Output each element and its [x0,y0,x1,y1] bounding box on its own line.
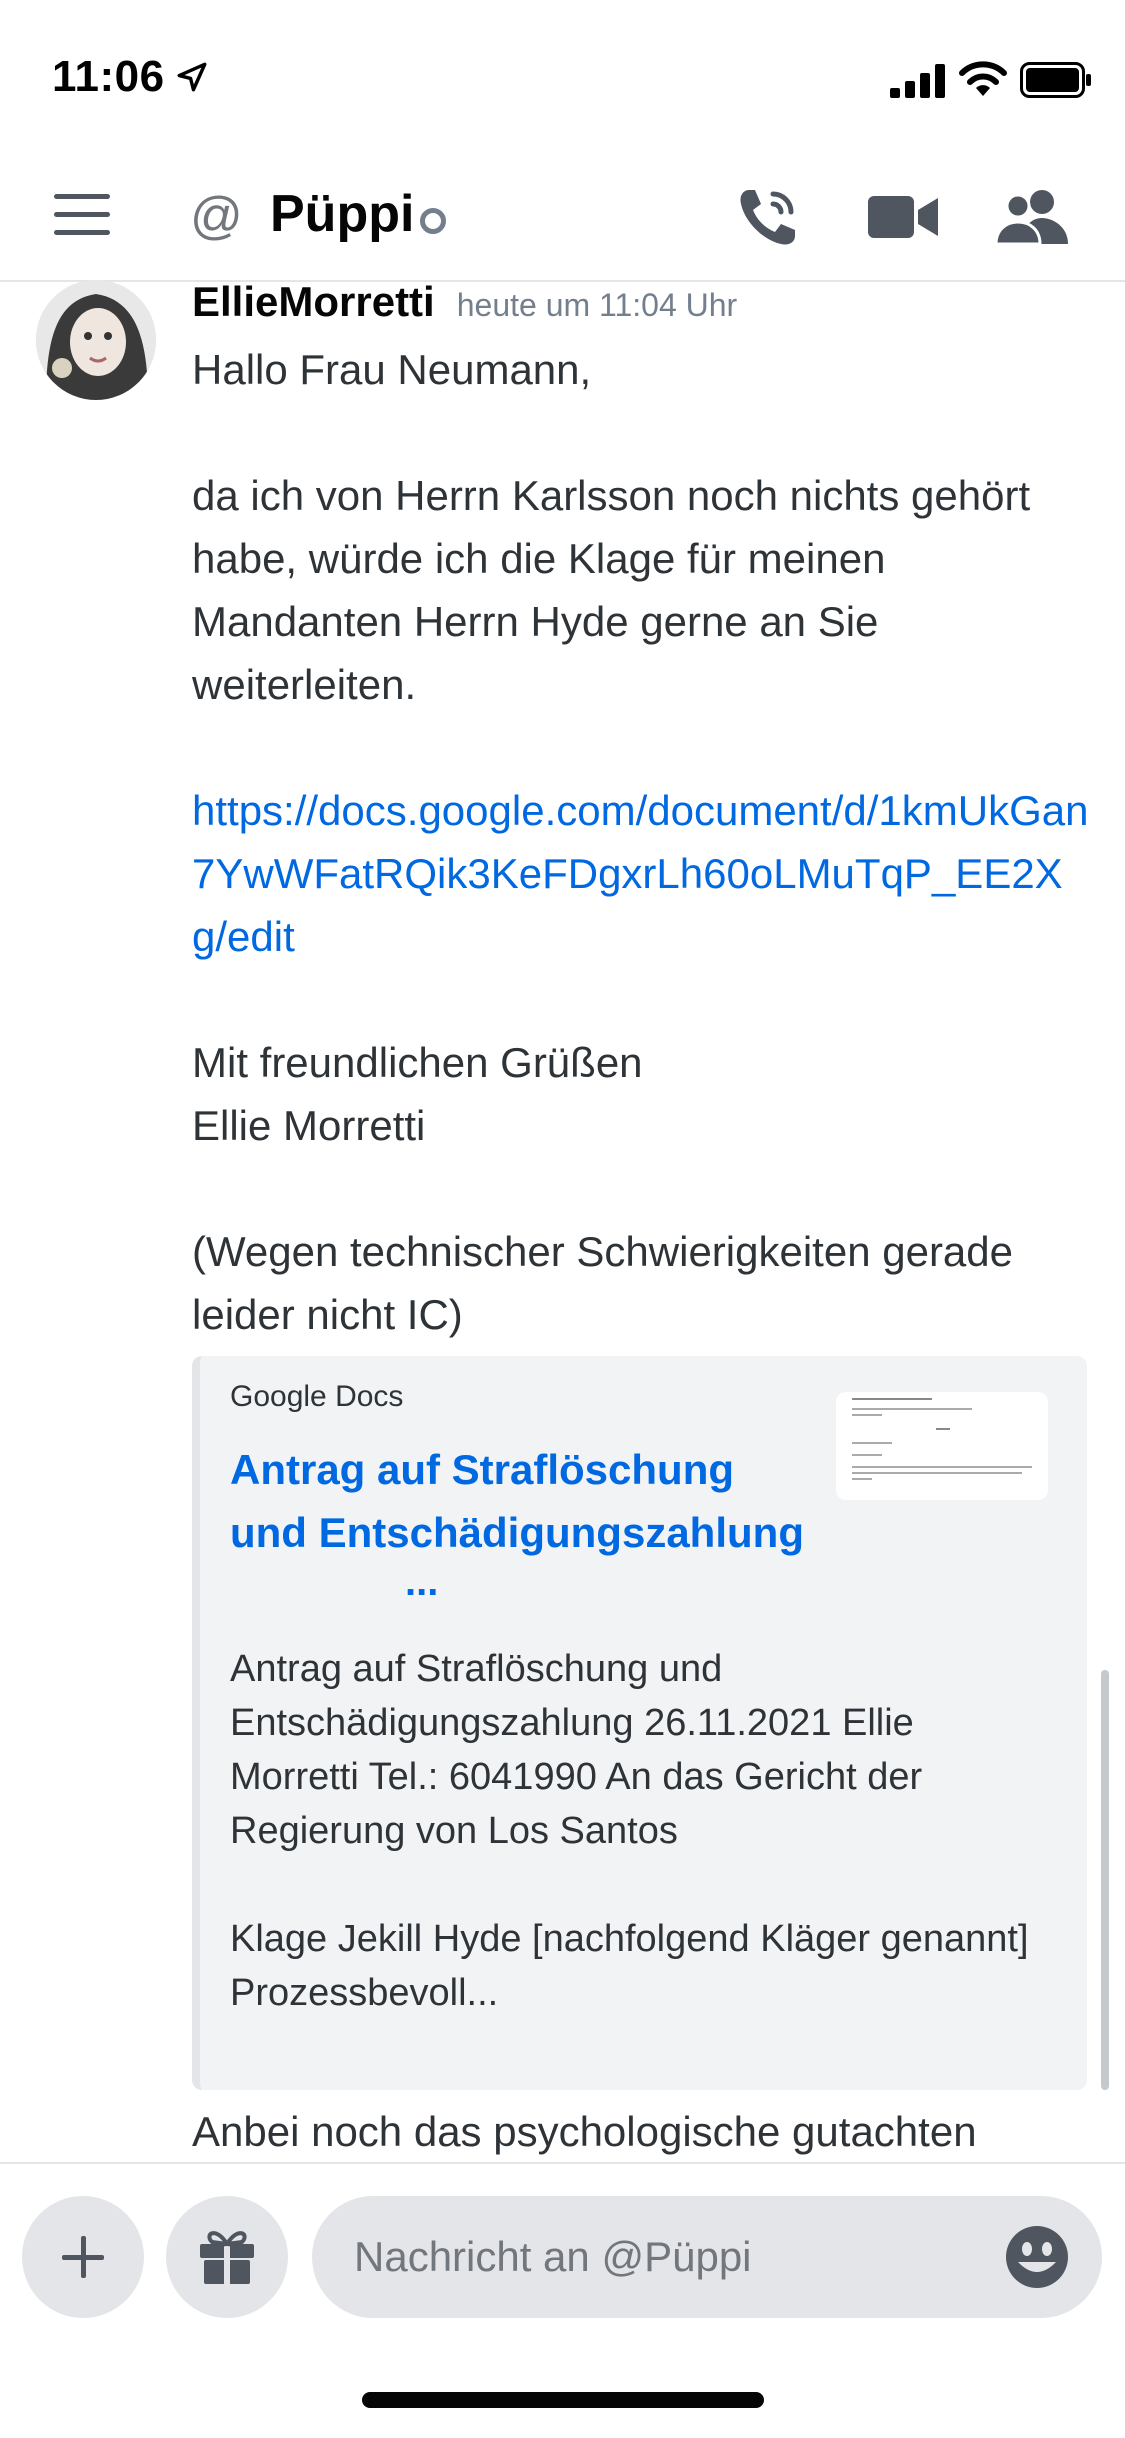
message-greeting: Hallo Frau Neumann, [192,346,592,393]
status-bar: 11:06 [0,0,1125,150]
emoji-icon[interactable] [1004,2224,1070,2290]
location-arrow-icon [177,62,207,92]
dm-recipient-name[interactable]: Püppi [270,184,414,244]
home-indicator [362,2392,764,2408]
status-time: 11:06 [52,52,165,101]
hamburger-menu-icon[interactable] [52,192,112,238]
message-timestamp: heute um 11:04 Uhr [456,287,738,323]
next-message-text: Anbei noch das psychologische gutachten [192,2108,977,2155]
document-preview-icon [852,1398,1032,1480]
embed-description: Antrag auf Straflöschung und Entschädigu… [230,1642,1030,2020]
message-author[interactable]: EllieMorretti [192,278,435,325]
embed-title[interactable]: Antrag auf Straflöschung und Entschädigu… [230,1438,820,1564]
gift-icon [200,2231,254,2284]
scrollbar[interactable] [1101,1670,1109,2090]
embed-provider: Google Docs [230,1380,404,1413]
embed-description-text: Antrag auf Straflöschung und Entschädigu… [230,1648,923,1852]
embed-thumbnail[interactable] [836,1392,1048,1500]
message-header: EllieMorretti heute um 11:04 Uhr [192,278,737,326]
avatar-image [36,280,156,400]
link-embed[interactable]: Google Docs Antrag auf Straflöschung und… [192,1356,1087,2090]
embed-title-ellipsis: ... [405,1560,439,1604]
at-icon: @ [190,187,243,245]
embed-description-text-2: Klage Jekill Hyde [nachfolgend Kläger ge… [230,1918,1029,2014]
gift-button[interactable] [166,2196,288,2318]
message-signature: Ellie Morretti [192,1102,426,1149]
message-paragraph: da ich von Herrn Karlsson noch nichts ge… [192,472,1031,708]
battery-icon [1020,62,1091,98]
phone-call-icon[interactable] [735,184,801,250]
offline-status-icon [420,208,446,234]
members-icon[interactable] [996,188,1070,246]
user-avatar[interactable] [36,280,156,400]
message-note: (Wegen technischer Schwierigkeiten gerad… [192,1228,1014,1338]
document-link[interactable]: https://docs.google.com/document/d/1kmUk… [192,779,1092,968]
channel-header: @ Püppi [0,150,1125,282]
video-camera-icon[interactable] [868,192,938,242]
wifi-icon [959,61,1007,96]
cellular-signal-icon [890,64,945,98]
message-input[interactable] [312,2196,1102,2318]
message-closing: Mit freundlichen Grüßen [192,1039,643,1086]
message-content: Hallo Frau Neumann, da ich von Herrn Kar… [192,338,1092,1346]
plus-icon [62,2236,104,2278]
add-attachment-button[interactable] [22,2196,144,2318]
